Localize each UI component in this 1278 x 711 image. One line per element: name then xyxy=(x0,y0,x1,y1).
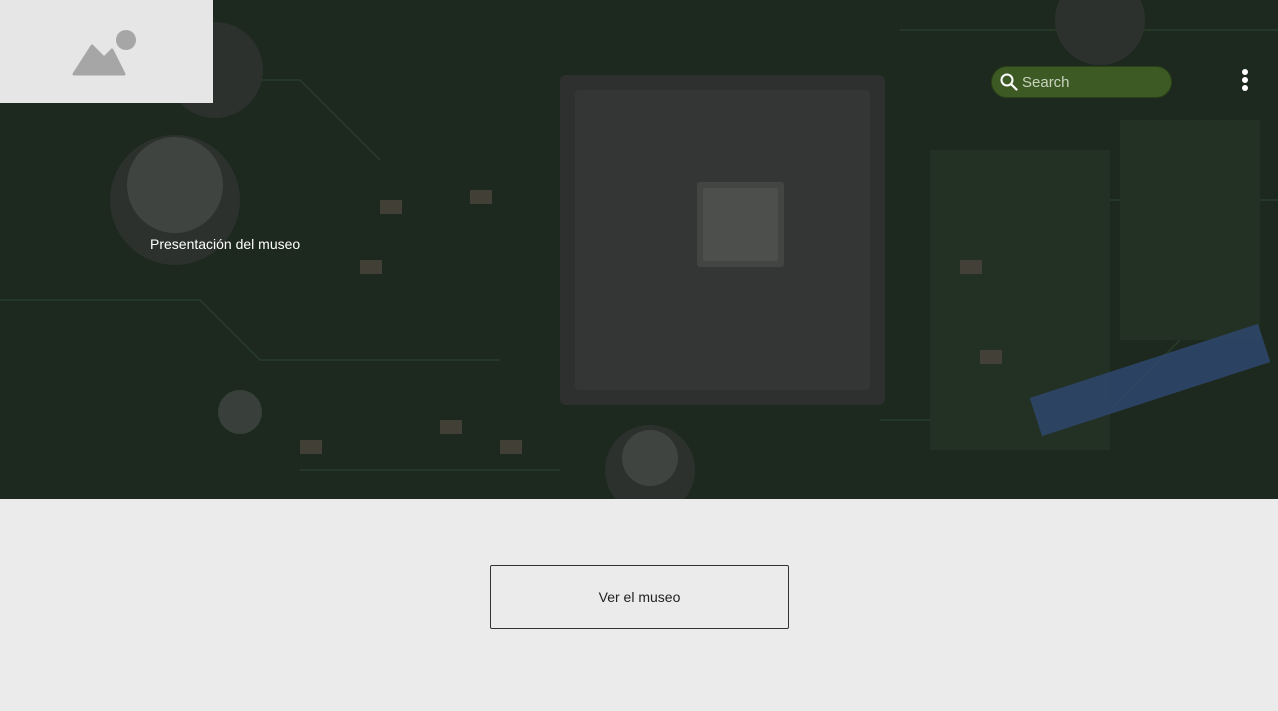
more-vertical-icon xyxy=(1242,69,1248,75)
view-museum-button[interactable]: Ver el museo xyxy=(490,565,789,629)
search-input[interactable] xyxy=(1022,73,1167,91)
logo-placeholder[interactable] xyxy=(0,0,213,103)
search-icon xyxy=(1000,73,1018,91)
hero-title: Presentación del museo xyxy=(150,236,301,252)
image-placeholder-icon xyxy=(72,29,136,75)
search-box[interactable] xyxy=(991,66,1172,98)
more-options-button[interactable] xyxy=(1235,66,1255,94)
